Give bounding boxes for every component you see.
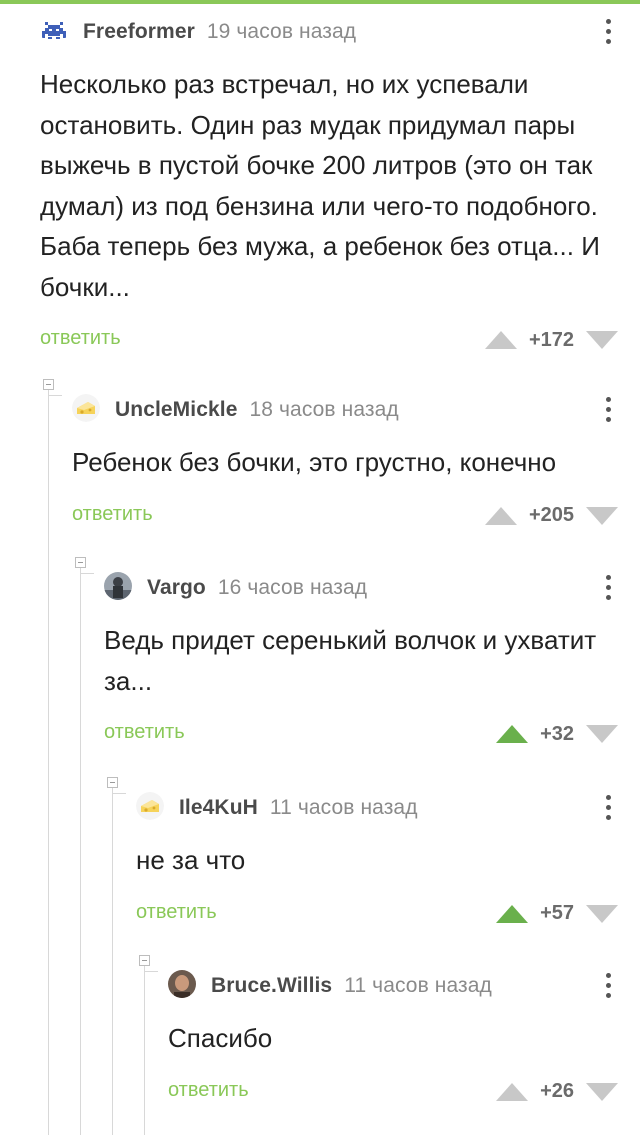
comment: UncleMickle 18 часов назад Ребенок без бо… [72, 390, 640, 535]
comment-header: Ile4KuH 11 часов назад [136, 788, 640, 828]
more-vertical-icon[interactable] [606, 795, 612, 823]
avatar[interactable] [136, 792, 164, 820]
comment-footer: ответить +26 [168, 1075, 640, 1111]
rating-score: +57 [540, 902, 574, 924]
vote-controls: +57 [496, 899, 618, 929]
cheese-icon [72, 394, 100, 422]
comment-footer: ответить +57 [136, 897, 640, 933]
comment-footer: ответить +172 [40, 323, 640, 359]
thread-connector [48, 395, 62, 396]
vote-controls: +32 [496, 719, 618, 749]
comment: Bruce.Willis 11 часов назад Спасибо ответ… [168, 966, 640, 1111]
avatar[interactable] [104, 572, 132, 600]
comment-text: не за что [136, 845, 246, 875]
rating-score: +172 [528, 328, 574, 351]
reply-link[interactable]: ответить [40, 327, 121, 350]
comment-header: Bruce.Willis 11 часов назад [168, 966, 640, 1006]
comment-text: Спасибо [168, 1023, 273, 1053]
arrow-down-icon[interactable] [586, 506, 618, 525]
avatar[interactable] [72, 394, 100, 422]
more-vertical-icon[interactable] [606, 19, 612, 47]
comment-footer: ответить +32 [104, 717, 640, 753]
thread-connector [112, 793, 126, 794]
more-vertical-icon[interactable] [606, 575, 612, 603]
collapse-icon[interactable] [139, 955, 150, 966]
avatar[interactable] [40, 16, 68, 44]
reply-link[interactable]: ответить [104, 721, 185, 744]
rating-score: +205 [528, 504, 574, 526]
cheese-icon [136, 792, 164, 820]
thread-connector [144, 971, 158, 972]
collapse-icon[interactable] [75, 557, 86, 568]
arrow-down-icon[interactable] [586, 725, 618, 743]
user-photo [104, 572, 132, 600]
space-invader-icon [40, 16, 68, 44]
reply-link[interactable]: ответить [136, 901, 217, 924]
vote-controls: +172 [484, 325, 618, 355]
comment-time: 19 часов назад [206, 20, 357, 43]
comment-text: Несколько раз встречал, но их успевали о… [40, 69, 600, 302]
rating-score: +26 [540, 1080, 574, 1102]
thread-connector [80, 573, 94, 574]
user-photo [168, 970, 196, 998]
arrow-down-icon[interactable] [586, 904, 618, 923]
thread-line [80, 568, 81, 1135]
more-vertical-icon[interactable] [606, 397, 612, 425]
reply-link[interactable]: ответить [72, 503, 153, 526]
comment-author[interactable]: Bruce.Willis 11 часов назад [211, 974, 492, 998]
arrow-up-icon[interactable] [484, 506, 517, 525]
comment-time: 18 часов назад [249, 398, 399, 421]
top-accent-bar [0, 0, 640, 4]
comment-header: UncleMickle 18 часов назад [72, 390, 640, 430]
thread-line [144, 966, 145, 1135]
vote-controls: +205 [484, 501, 618, 531]
arrow-down-icon[interactable] [586, 1082, 618, 1101]
more-vertical-icon[interactable] [606, 973, 612, 1001]
comment-time: 11 часов назад [344, 974, 492, 997]
thread-line [112, 788, 113, 1135]
comment: Freeformer 19 часов назад Несколько раз в… [40, 12, 640, 359]
arrow-up-icon[interactable] [496, 1082, 529, 1101]
comment: Vargo 16 часов назад Ведь придет сереньки… [104, 568, 640, 753]
rating-score: +32 [540, 722, 574, 745]
comment-author[interactable]: Ile4KuH 11 часов назад [179, 796, 418, 820]
comment-author[interactable]: UncleMickle 18 часов назад [115, 398, 399, 422]
arrow-up-icon[interactable] [496, 725, 529, 743]
comment-header: Freeformer 19 часов назад [40, 12, 640, 52]
arrow-up-icon[interactable] [496, 904, 529, 923]
comment: Ile4KuH 11 часов назад не за что ответить… [136, 788, 640, 933]
reply-link[interactable]: ответить [168, 1079, 249, 1102]
comment-time: 16 часов назад [217, 576, 368, 599]
comment-text: Ведь придет серенький волчок и ухватит з… [104, 625, 597, 696]
vote-controls: +26 [496, 1077, 618, 1107]
arrow-up-icon[interactable] [484, 331, 517, 349]
comment-author[interactable]: Vargo 16 часов назад [147, 576, 367, 600]
collapse-icon[interactable] [107, 777, 118, 788]
comment-header: Vargo 16 часов назад [104, 568, 640, 608]
collapse-icon[interactable] [43, 379, 54, 390]
comment-author[interactable]: Freeformer 19 часов назад [83, 20, 356, 44]
arrow-down-icon[interactable] [586, 331, 618, 349]
comment-time: 11 часов назад [269, 796, 418, 819]
avatar[interactable] [168, 970, 196, 998]
comment-text: Ребенок без бочки, это грустно, конечно [72, 447, 557, 477]
comment-footer: ответить +205 [72, 499, 640, 535]
thread-line [48, 390, 49, 1135]
